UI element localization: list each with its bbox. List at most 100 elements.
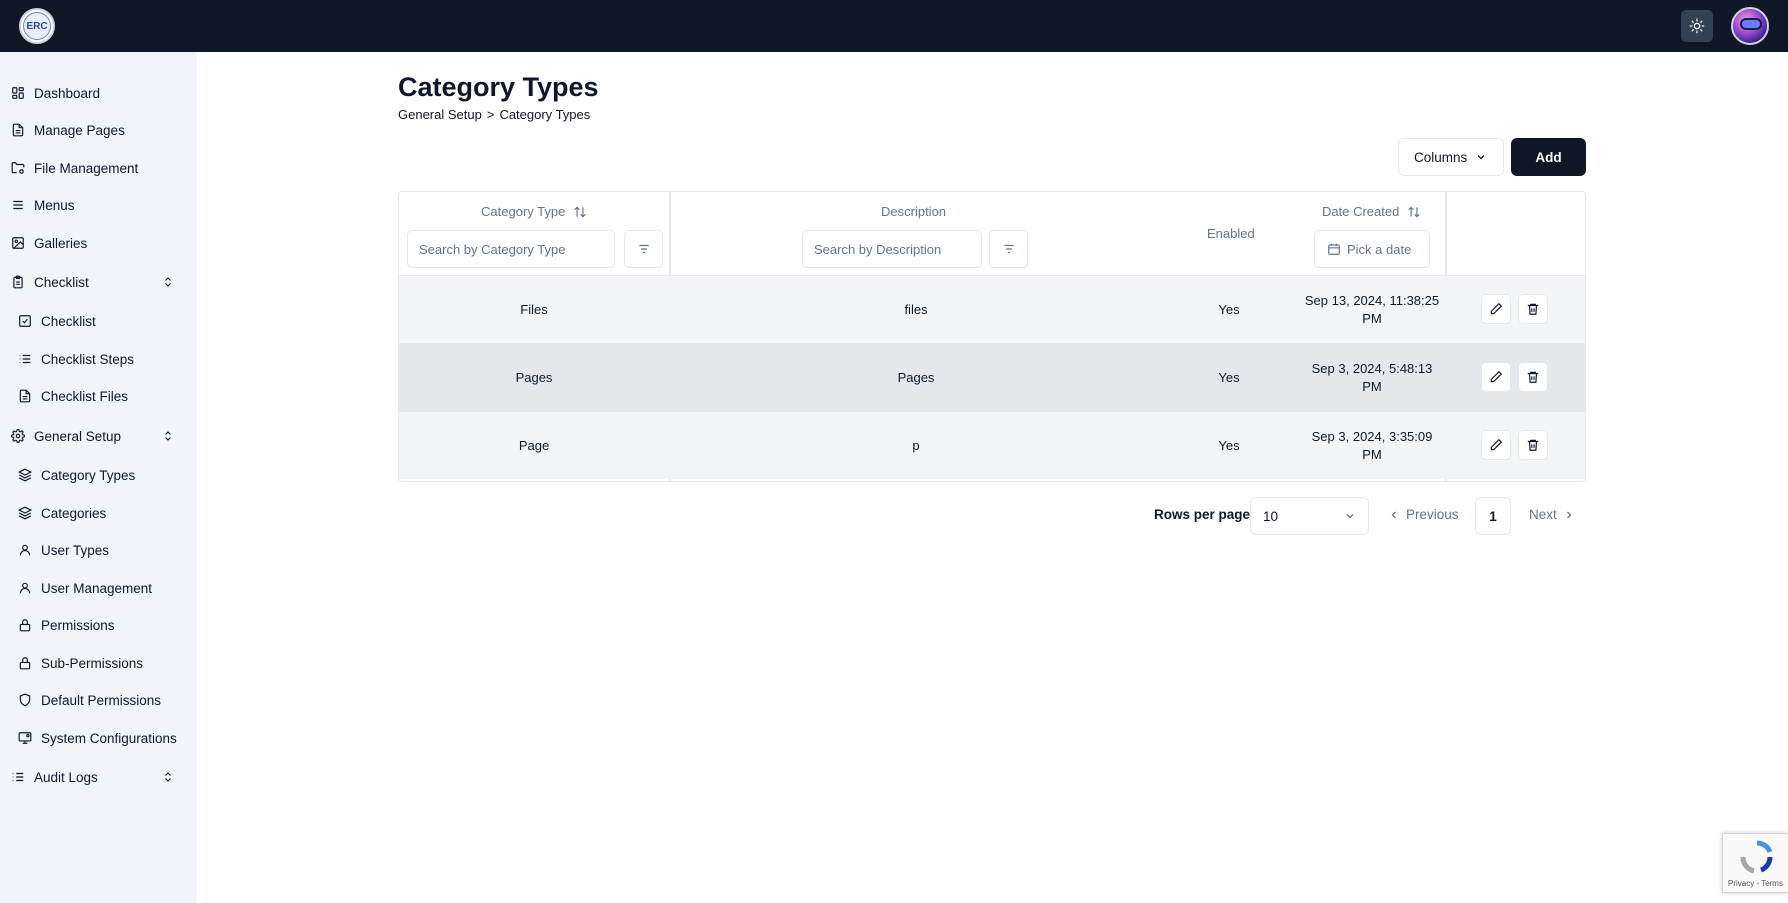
delete-button[interactable] (1518, 294, 1548, 324)
sidebar-item-galleries[interactable]: Galleries (0, 228, 197, 258)
add-button[interactable]: Add (1511, 138, 1586, 176)
sidebar-item-sub-permissions[interactable]: Sub-Permissions (0, 648, 197, 678)
sidebar-item-checklist[interactable]: Checklist (0, 306, 197, 336)
chevron-down-icon (1475, 151, 1487, 166)
category-type-search-input[interactable]: Search by Category Type (407, 230, 615, 268)
dashboard-icon (11, 86, 25, 100)
sidebar-item-label: Checklist (34, 274, 89, 290)
folder-cog-icon (11, 161, 25, 175)
cell-category-type: Page (518, 438, 550, 453)
cell-date-created: Sep 3, 2024, 5:48:13 PM (1299, 360, 1445, 396)
breadcrumb-item-general-setup[interactable]: General Setup (398, 107, 482, 122)
columns-label: Columns (1414, 149, 1468, 165)
sidebar-item-default-permissions[interactable]: Default Permissions (0, 685, 197, 715)
sidebar-item-label: Manage Pages (34, 122, 125, 138)
theme-toggle-button[interactable] (1681, 10, 1713, 42)
sidebar-item-label: Default Permissions (41, 692, 162, 708)
sidebar-item-manage-pages[interactable]: Manage Pages (0, 115, 197, 145)
top-navbar: ERC (0, 0, 1788, 52)
edit-button[interactable] (1481, 430, 1511, 460)
table-row[interactable]: Pages Pages Yes Sep 3, 2024, 5:48:13 PM (399, 343, 1585, 411)
header-label: Date Created (1322, 204, 1400, 219)
sidebar-item-dashboard[interactable]: Dashboard (0, 78, 197, 108)
date-picker-button[interactable]: Pick a date (1314, 230, 1430, 268)
recaptcha-icon (1740, 840, 1773, 874)
shield-icon (18, 693, 32, 707)
gear-icon (11, 429, 25, 443)
sidebar-item-checklist-files[interactable]: Checklist Files (0, 381, 197, 411)
category-type-filter-button[interactable] (624, 230, 663, 268)
user-avatar[interactable] (1731, 7, 1769, 45)
breadcrumb-item-category-types: Category Types (499, 107, 591, 122)
header-description[interactable]: Description (881, 204, 946, 219)
sidebar-item-user-management[interactable]: User Management (0, 573, 197, 603)
sort-arrows-icon[interactable] (1407, 205, 1421, 219)
cell-date-created: Sep 13, 2024, 11:38:25 PM (1299, 292, 1445, 328)
cell-description: Pages (897, 370, 935, 385)
header-category-type[interactable]: Category Type (481, 204, 587, 219)
sidebar-item-checklist-group[interactable]: Checklist (0, 267, 197, 297)
delete-button[interactable] (1518, 362, 1548, 392)
chevron-right-icon (1566, 511, 1572, 518)
header-label: Description (881, 204, 947, 219)
recaptcha-terms[interactable]: Privacy - Terms (1728, 879, 1783, 888)
sidebar-item-label: Menus (34, 197, 75, 213)
date-picker-placeholder: Pick a date (1347, 241, 1412, 257)
sidebar-item-label: Category Types (41, 467, 136, 483)
chevron-down-icon (1344, 510, 1356, 525)
sidebar-item-permissions[interactable]: Permissions (0, 610, 197, 640)
cell-enabled: Yes (1218, 438, 1240, 453)
chevrons-up-down-icon (162, 770, 174, 784)
sidebar-item-categories[interactable]: Categories (0, 498, 197, 528)
recaptcha-badge[interactable]: Privacy - Terms (1722, 833, 1788, 893)
table-row[interactable]: Files files Yes Sep 13, 2024, 11:38:25 P… (399, 275, 1585, 343)
next-page-button[interactable]: Next (1529, 507, 1575, 522)
sidebar-item-label: Categories (41, 505, 107, 521)
table-row[interactable]: Page p Yes Sep 3, 2024, 3:35:09 PM (399, 411, 1585, 479)
sidebar-item-general-setup[interactable]: General Setup (0, 421, 197, 451)
sidebar-item-file-management[interactable]: File Management (0, 153, 197, 183)
user-icon (18, 581, 32, 595)
date-line: PM (1362, 447, 1382, 462)
sidebar-item-label: System Configurations (41, 730, 177, 746)
sidebar-item-audit-logs[interactable]: Audit Logs (0, 762, 197, 792)
delete-button[interactable] (1518, 430, 1548, 460)
sidebar-item-label: Sub-Permissions (41, 655, 144, 671)
description-filter-button[interactable] (989, 230, 1028, 268)
description-search-input[interactable]: Search by Description (802, 230, 982, 268)
edit-button[interactable] (1481, 362, 1511, 392)
sidebar-item-label: Dashboard (34, 85, 101, 101)
cell-description: files (904, 302, 928, 317)
category-types-table: Category Type Search by Category Type De… (398, 191, 1586, 482)
columns-dropdown-button[interactable]: Columns (1398, 138, 1504, 176)
sidebar-item-label: Permissions (41, 617, 115, 633)
page-number-button[interactable]: 1 (1475, 497, 1511, 535)
sidebar-item-checklist-steps[interactable]: Checklist Steps (0, 344, 197, 374)
menu-icon (11, 198, 25, 212)
sidebar-item-label: Checklist Steps (41, 351, 135, 367)
edit-button[interactable] (1481, 294, 1511, 324)
app-logo[interactable]: ERC (19, 8, 55, 44)
date-line: Sep 3, 2024, 3:35:09 (1311, 429, 1433, 444)
rows-per-page-value: 10 (1263, 508, 1279, 524)
date-line: Sep 3, 2024, 5:48:13 (1311, 361, 1433, 376)
rows-per-page-select[interactable]: 10 (1250, 497, 1369, 535)
cell-category-type: Pages (515, 370, 553, 385)
sidebar-item-user-types[interactable]: User Types (0, 535, 197, 565)
chevrons-up-down-icon (162, 275, 174, 289)
breadcrumb: General Setup > Category Types (398, 107, 590, 122)
rows-per-page-label: Rows per page (1154, 507, 1251, 522)
sort-arrows-icon[interactable] (573, 205, 587, 219)
pencil-icon (1490, 438, 1503, 451)
pencil-icon (1490, 302, 1503, 315)
pencil-icon (1490, 370, 1503, 383)
sidebar-item-menus[interactable]: Menus (0, 190, 197, 220)
lock-icon (18, 656, 32, 670)
sidebar-item-category-types[interactable]: Category Types (0, 460, 197, 490)
header-date-created[interactable]: Date Created (1322, 204, 1421, 219)
header-enabled: Enabled (1207, 226, 1255, 241)
previous-page-button[interactable]: Previous (1388, 507, 1459, 522)
chevrons-up-down-icon (162, 429, 174, 443)
layers-icon (18, 506, 32, 520)
sidebar-item-system-configurations[interactable]: System Configurations (0, 723, 197, 753)
